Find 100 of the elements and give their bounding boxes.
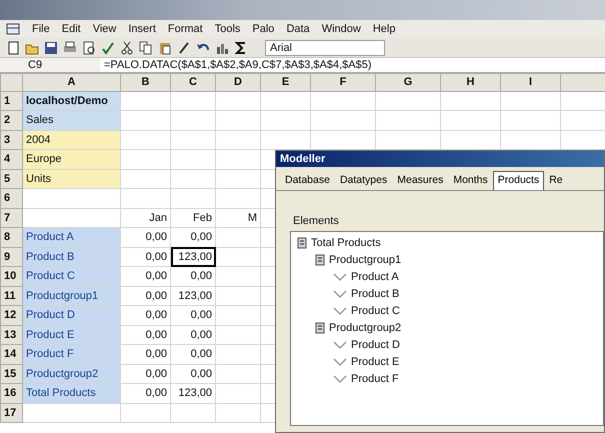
column-header[interactable]: I [500,74,560,91]
table-cell: Units [22,169,120,188]
menu-item[interactable]: Help [372,20,396,38]
dialog-title: Modeller [276,151,604,167]
table-cell: Sales [22,110,120,130]
tree-item[interactable]: Product B [351,286,400,302]
save-icon[interactable] [44,40,58,54]
table-cell: Product C [22,266,120,286]
table-cell: M [216,208,260,228]
menu-item[interactable]: Format [168,20,203,38]
table-cell: 0,00 [120,286,170,306]
row-header[interactable]: 12 [0,306,22,325]
column-header[interactable]: A [22,74,120,91]
table-cell: 0,00 [170,364,216,384]
tab[interactable]: Database [280,171,335,190]
row-header[interactable]: 7 [0,208,22,228]
tree-item[interactable]: Product F [351,370,399,387]
column-header[interactable]: F [310,74,376,91]
font-field[interactable]: Arial [265,40,385,56]
row-header[interactable]: 16 [0,384,22,403]
tab[interactable]: Measures [392,171,448,190]
menu-item[interactable]: Palo [252,20,274,38]
leaf-node-icon [333,306,347,316]
table-cell: 0,00 [170,266,216,286]
sum-icon[interactable] [234,40,248,54]
menu-item[interactable]: Edit [62,20,81,38]
tab[interactable]: Months [448,171,493,190]
row-header[interactable]: 4 [0,150,22,169]
tree-item[interactable]: Productgroup1 [329,252,402,268]
name-box[interactable]: C9 [0,58,100,72]
tab[interactable]: Re [544,171,568,190]
menu-item[interactable]: File [32,20,50,38]
row-header[interactable]: 2 [0,110,22,130]
workbook-icon[interactable] [6,23,20,35]
row-header[interactable]: 1 [0,91,22,110]
row-header[interactable]: 13 [0,325,22,344]
tab[interactable]: Datatypes [334,171,392,190]
brush-icon[interactable] [177,40,191,54]
row-header[interactable]: 10 [0,266,22,286]
tree-item[interactable]: Product E [351,354,400,370]
tree-item[interactable]: Product A [351,268,399,285]
column-header[interactable]: C [170,74,216,91]
tree-item[interactable]: Product C [351,302,400,319]
folder-node-icon [315,254,325,266]
folder-node-icon [315,322,325,334]
copy-icon[interactable] [139,40,153,54]
table-cell: Total Products [22,384,120,403]
column-header[interactable]: H [440,74,500,91]
row-header[interactable]: 3 [0,130,22,150]
row-header[interactable]: 9 [0,247,22,266]
menu-item[interactable]: Tools [214,20,240,38]
spelling-icon[interactable] [101,40,115,54]
leaf-node-icon [333,288,347,299]
row-header[interactable]: 14 [0,344,22,364]
menu-item[interactable]: Insert [128,20,156,38]
column-header[interactable]: E [260,74,310,91]
elements-label: Elements [293,214,340,229]
row-header[interactable]: 8 [0,228,22,247]
tree-item[interactable]: Product D [351,336,400,353]
table-cell: 123,00 [170,384,216,403]
paste-icon[interactable] [158,40,172,54]
table-cell: 0,00 [170,344,216,364]
column-header[interactable]: D [216,74,260,91]
table-cell: Jan [120,208,170,228]
table-cell: Productgroup1 [22,286,120,306]
table-cell: Productgroup2 [22,364,120,384]
table-cell: Product D [22,306,120,325]
table-cell: 0,00 [120,228,170,247]
row-header[interactable]: 5 [0,169,22,188]
table-cell: 0,00 [120,306,170,325]
leaf-node-icon [333,356,347,367]
table-cell: 2004 [22,130,120,150]
folder-node-icon [297,236,307,249]
table-cell: Europe [22,150,120,169]
new-document-icon[interactable] [6,40,20,54]
tree-item[interactable]: Total Products [311,234,381,251]
tree-item[interactable]: Productgroup2 [329,320,402,336]
column-header[interactable]: G [376,74,440,91]
table-cell: 0,00 [120,266,170,286]
table-cell: 0,00 [170,325,216,344]
row-header[interactable]: 6 [0,188,22,208]
row-header[interactable]: 11 [0,286,22,306]
row-header[interactable]: 15 [0,364,22,384]
table-cell: Product B [22,247,120,266]
menu-item[interactable]: Window [322,20,361,38]
table-cell: Feb [170,208,216,228]
preview-icon[interactable] [82,40,96,54]
tab[interactable]: Products [492,171,544,190]
table-cell: Product A [22,228,120,247]
table-cell: Product F [22,344,120,364]
print-icon[interactable] [63,40,77,54]
menu-item[interactable]: Data [286,20,310,38]
menu-item[interactable]: View [92,20,116,38]
leaf-node-icon [333,374,347,384]
formula-field[interactable]: =PALO.DATAC($A$1,$A$2,$A9,C$7,$A$3,$A$4,$A$5) [100,58,605,72]
row-header[interactable]: 17 [0,403,22,422]
cut-icon[interactable] [120,40,134,54]
table-cell: 0,00 [120,364,170,384]
column-header[interactable]: B [120,74,170,91]
table-cell: 123,00 [170,286,216,306]
